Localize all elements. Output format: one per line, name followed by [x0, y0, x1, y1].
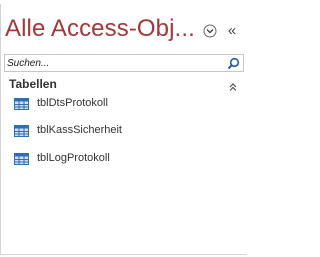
nav-item-label: tblKassSicherheit	[37, 124, 122, 136]
table-icon	[14, 152, 29, 165]
table-icon	[14, 97, 29, 110]
nav-item-tblDtsProtokoll[interactable]: tblDtsProtokoll	[1, 94, 244, 114]
search-icon[interactable]	[227, 57, 240, 70]
navigation-pane-header[interactable]: Alle Access-Obj... «	[1, 10, 247, 50]
search-input[interactable]	[7, 56, 207, 70]
group-label: Tabellen	[9, 77, 57, 91]
nav-item-label: tblLogProtokoll	[37, 152, 110, 164]
nav-item-label: tblDtsProtokoll	[37, 97, 108, 109]
navigation-pane-title[interactable]: Alle Access-Obj...	[5, 15, 195, 43]
search-box[interactable]	[4, 54, 244, 72]
double-chevron-left-icon[interactable]: «	[224, 23, 240, 38]
nav-item-tblLogProtokoll[interactable]: tblLogProtokoll	[1, 149, 244, 169]
double-chevron-up-icon[interactable]	[228, 79, 238, 91]
group-header-tabellen[interactable]: Tabellen	[1, 75, 244, 93]
table-icon	[14, 124, 29, 137]
nav-item-tblKassSicherheit[interactable]: tblKassSicherheit	[1, 121, 244, 141]
circle-chevron-down-icon[interactable]	[203, 24, 217, 38]
navigation-pane: Alle Access-Obj... « Tabellen	[0, 4, 247, 255]
